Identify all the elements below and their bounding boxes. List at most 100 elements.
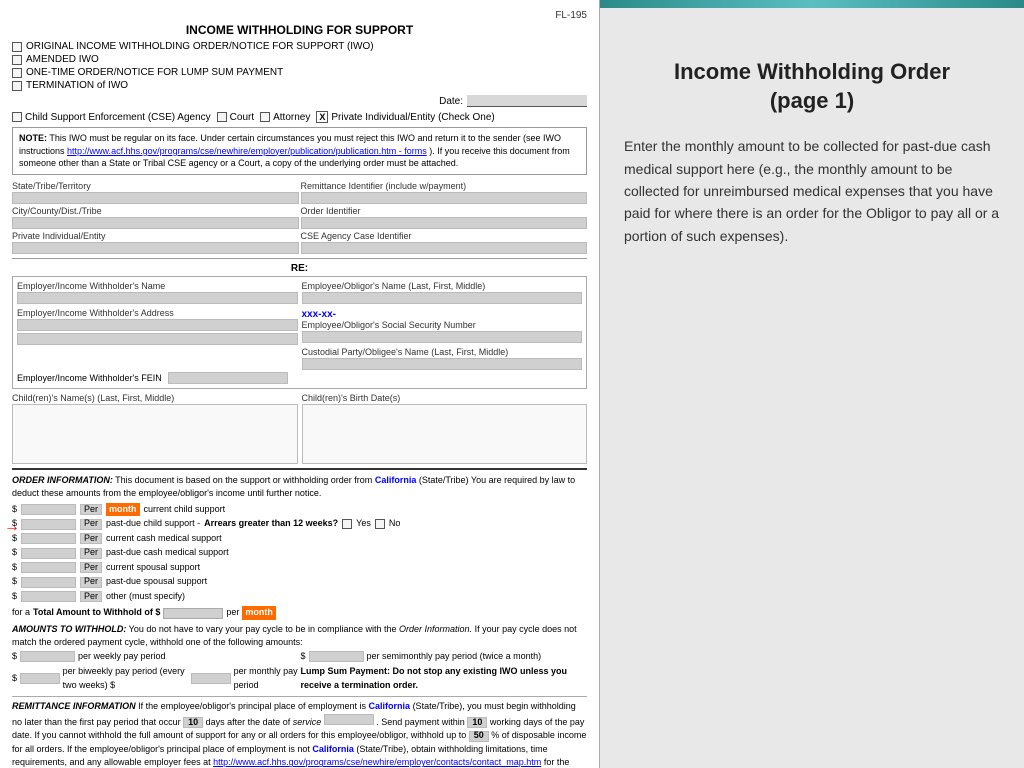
withhold-row-0-left: $ per weekly pay period: [12, 650, 299, 664]
support-label-4: current spousal support: [106, 561, 200, 575]
remittance-field-group: Remittance Identifier (include w/payment…: [301, 181, 588, 204]
arrears-no-label: No: [389, 517, 401, 531]
info-body: Enter the monthly amount to be collected…: [624, 135, 1000, 247]
fein-input[interactable]: [168, 372, 288, 384]
ssn-partial: xxx-xx-: [302, 309, 336, 320]
checkbox-icon: [12, 55, 22, 65]
city-label: City/County/Dist./Tribe: [12, 206, 299, 216]
per-label-2: Per: [80, 533, 102, 544]
withhold-input-1[interactable]: [20, 673, 60, 684]
checkbox-label-original: ORIGINAL INCOME WITHHOLDING ORDER/NOTICE…: [26, 41, 374, 52]
total-per-label: per: [226, 606, 239, 620]
children-names-input[interactable]: [12, 404, 298, 464]
remittance-link[interactable]: http://www.acf.hhs.gov/programs/cse/newh…: [213, 757, 541, 767]
withhold-label-1: per biweekly pay period (every two weeks…: [63, 665, 188, 692]
employee-name-input[interactable]: [302, 292, 583, 304]
amounts-bold: AMOUNTS TO WITHHOLD:: [12, 624, 126, 634]
order-california: California: [375, 475, 417, 485]
info-title: Income Withholding Order(page 1): [624, 58, 1000, 115]
checkbox-amended[interactable]: AMENDED IWO: [12, 54, 587, 65]
custodial-input[interactable]: [302, 358, 583, 370]
amount-input-2[interactable]: [21, 533, 76, 544]
ssn-input[interactable]: [302, 331, 583, 343]
employer-addr-input1[interactable]: [17, 319, 298, 331]
dollar-sign-5: $: [12, 575, 17, 589]
agency-private[interactable]: X Private Individual/Entity (Check One): [316, 111, 494, 123]
remittance-id-input[interactable]: [301, 192, 588, 204]
private-input[interactable]: [12, 242, 299, 254]
agency-court[interactable]: Court: [217, 112, 254, 123]
dollar-sign-w0: $: [12, 650, 17, 664]
date-label: Date:: [439, 96, 463, 107]
remittance-service-field[interactable]: [324, 714, 374, 725]
custodial-label: Custodial Party/Obligee's Name (Last, Fi…: [302, 347, 583, 357]
support-rows-container: → $ Per month current child support $ Pe…: [12, 503, 587, 605]
amount-input-0[interactable]: [21, 504, 76, 515]
employer-addr-input2[interactable]: [17, 333, 298, 345]
per-label-6: Per: [80, 591, 102, 602]
checkbox-icon: [12, 81, 22, 91]
children-dob-input[interactable]: [302, 404, 588, 464]
remittance-california: California: [369, 701, 411, 711]
arrears-yes-checkbox[interactable]: [342, 519, 352, 529]
state-input[interactable]: [12, 192, 299, 204]
amount-input-4[interactable]: [21, 562, 76, 573]
amount-input-3[interactable]: [21, 548, 76, 559]
total-for-label: for a: [12, 606, 30, 620]
arrears-label: Arrears greater than 12 weeks?: [204, 517, 338, 531]
withhold-label-0: per weekly pay period: [78, 650, 166, 664]
note-link[interactable]: http://www.acf.hhs.gov/programs/cse/newh…: [67, 146, 427, 156]
agency-row: Child Support Enforcement (CSE) Agency C…: [12, 111, 587, 123]
remittance-10a: 10: [183, 717, 203, 728]
remittance-50: 50: [469, 731, 489, 742]
order-id-label: Order Identifier: [301, 206, 588, 216]
support-row-6: $ Per other (must specify): [12, 590, 400, 604]
children-section: Child(ren)'s Name(s) (Last, First, Middl…: [12, 393, 587, 464]
remittance-text3: days after the date of: [206, 717, 291, 727]
cse-case-input[interactable]: [301, 242, 588, 254]
support-row-4: $ Per current spousal support: [12, 561, 400, 575]
amounts-italic: Order Information.: [399, 624, 472, 634]
agency-attorney-checkbox: [260, 112, 270, 122]
amounts-text: You do not have to vary your pay cycle t…: [129, 624, 397, 634]
order-info-bold: ORDER INFORMATION:: [12, 475, 113, 485]
arrears-no-checkbox[interactable]: [375, 519, 385, 529]
checkbox-label-termination: TERMINATION of IWO: [26, 80, 128, 91]
date-field[interactable]: [467, 95, 587, 107]
total-row: for a Total Amount to Withhold of $ per …: [12, 606, 587, 620]
employer-name-input[interactable]: [17, 292, 298, 304]
withhold-input-0r[interactable]: [309, 651, 364, 662]
dollar-sign-0: $: [12, 503, 17, 517]
fein-label: Employer/Income Withholder's FEIN: [17, 373, 162, 383]
checkbox-original[interactable]: ORIGINAL INCOME WITHHOLDING ORDER/NOTICE…: [12, 41, 587, 52]
support-row-2: $ Per current cash medical support: [12, 532, 400, 546]
withhold-row-2: Lump Sum Payment: Do not stop any existi…: [301, 665, 588, 692]
agency-attorney[interactable]: Attorney: [260, 112, 310, 123]
amount-input-5[interactable]: [21, 577, 76, 588]
remittance-service: service: [293, 717, 322, 727]
children-dob-group: Child(ren)'s Birth Date(s): [302, 393, 588, 464]
employer-grid: Employer/Income Withholder's Name Employ…: [17, 281, 582, 370]
checkbox-label-amended: AMENDED IWO: [26, 54, 99, 65]
employer-addr-label: Employer/Income Withholder's Address: [17, 308, 298, 318]
withhold-input-0[interactable]: [20, 651, 75, 662]
city-input[interactable]: [12, 217, 299, 229]
total-month-label: month: [242, 606, 276, 620]
per-label-5: Per: [80, 577, 102, 588]
employer-name-label: Employer/Income Withholder's Name: [17, 281, 298, 291]
amount-input-6[interactable]: [21, 591, 76, 602]
checkbox-onetime[interactable]: ONE-TIME ORDER/NOTICE FOR LUMP SUM PAYME…: [12, 67, 587, 78]
agency-cse-label: Child Support Enforcement (CSE) Agency: [25, 112, 211, 123]
total-amount-input[interactable]: [163, 608, 223, 619]
dollar-sign-w1: $: [12, 672, 17, 686]
form-number: FL-195: [12, 10, 587, 21]
agency-cse[interactable]: Child Support Enforcement (CSE) Agency: [12, 112, 211, 123]
order-id-input[interactable]: [301, 217, 588, 229]
re-label: RE:: [12, 263, 587, 274]
withhold-input-1b[interactable]: [191, 673, 231, 684]
document-panel: FL-195 INCOME WITHHOLDING FOR SUPPORT OR…: [0, 0, 600, 768]
checkbox-termination[interactable]: TERMINATION of IWO: [12, 80, 587, 91]
checkbox-label-onetime: ONE-TIME ORDER/NOTICE FOR LUMP SUM PAYME…: [26, 67, 283, 78]
remittance-california2: California: [312, 744, 354, 754]
amount-input-1[interactable]: [21, 519, 76, 530]
